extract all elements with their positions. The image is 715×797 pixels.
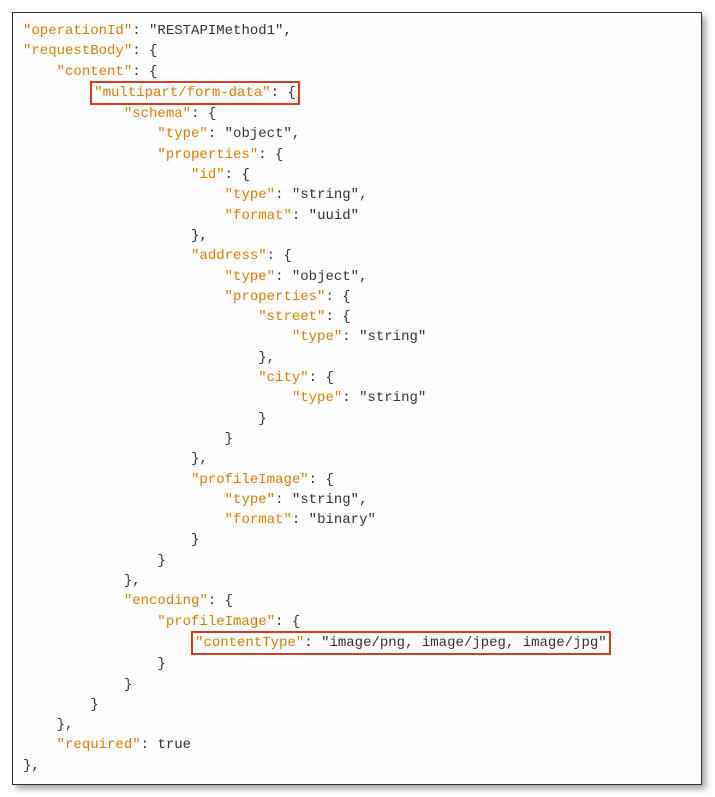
code-line: "properties": { <box>23 145 691 165</box>
json-key: "type" <box>157 126 207 142</box>
code-block: "operationId": "RESTAPIMethod1", "reques… <box>12 12 702 785</box>
code-line: "city": { <box>23 368 691 388</box>
code-line: "address": { <box>23 246 691 266</box>
json-key: "type" <box>225 187 275 203</box>
json-value: "object" <box>225 126 292 142</box>
json-key: "encoding" <box>124 593 208 609</box>
json-key: "properties" <box>157 147 258 163</box>
json-key: "format" <box>225 512 292 528</box>
json-key: "content" <box>57 64 133 80</box>
code-line: "multipart/form-data": { <box>23 82 691 104</box>
code-line: }, <box>23 715 691 735</box>
code-line: "schema": { <box>23 104 691 124</box>
json-value: "uuid" <box>309 208 359 224</box>
code-line: } <box>23 695 691 715</box>
code-line: "format": "uuid" <box>23 206 691 226</box>
json-key: "type" <box>292 390 342 406</box>
highlight-contenttype: "contentType": "image/png, image/jpeg, i… <box>191 631 611 655</box>
code-line: } <box>23 409 691 429</box>
code-line: }, <box>23 226 691 246</box>
json-key: "schema" <box>124 106 191 122</box>
code-line: "encoding": { <box>23 591 691 611</box>
json-value: "string" <box>359 329 426 345</box>
json-key: "contentType" <box>195 635 304 651</box>
json-key: "required" <box>57 737 141 753</box>
json-value: "binary" <box>309 512 376 528</box>
code-line: "type": "string", <box>23 185 691 205</box>
code-line: "type": "string" <box>23 327 691 347</box>
json-key: "type" <box>292 329 342 345</box>
code-line: "operationId": "RESTAPIMethod1", <box>23 21 691 41</box>
code-line: "street": { <box>23 307 691 327</box>
code-line: "type": "string" <box>23 388 691 408</box>
code-line: } <box>23 654 691 674</box>
code-line: "type": "string", <box>23 490 691 510</box>
code-line: }, <box>23 449 691 469</box>
json-key: "type" <box>225 269 275 285</box>
code-line: } <box>23 551 691 571</box>
highlight-multipart: "multipart/form-data": { <box>90 81 300 105</box>
code-line: "type": "object", <box>23 124 691 144</box>
code-line: } <box>23 429 691 449</box>
json-key: "street" <box>258 309 325 325</box>
json-key: "profileImage" <box>157 614 275 630</box>
json-key: "format" <box>225 208 292 224</box>
code-line: "requestBody": { <box>23 41 691 61</box>
code-line: "content": { <box>23 62 691 82</box>
json-key: "address" <box>191 248 267 264</box>
json-key: "properties" <box>225 289 326 305</box>
json-key: "type" <box>225 492 275 508</box>
json-value: "RESTAPIMethod1" <box>149 23 283 39</box>
code-line: "properties": { <box>23 287 691 307</box>
json-value: "string" <box>292 492 359 508</box>
json-key: "profileImage" <box>191 472 309 488</box>
json-value: "image/png, image/jpeg, image/jpg" <box>321 635 607 651</box>
json-key: "requestBody" <box>23 43 132 59</box>
code-line: "contentType": "image/png, image/jpeg, i… <box>23 632 691 654</box>
code-line: "required": true <box>23 735 691 755</box>
json-value: "string" <box>292 187 359 203</box>
json-value: true <box>157 737 191 753</box>
json-value: "object" <box>292 269 359 285</box>
json-key: "id" <box>191 167 225 183</box>
code-line: "id": { <box>23 165 691 185</box>
json-key: "city" <box>258 370 308 386</box>
code-line: } <box>23 675 691 695</box>
json-value: "string" <box>359 390 426 406</box>
code-line: }, <box>23 348 691 368</box>
code-line: "profileImage": { <box>23 612 691 632</box>
json-key: "operationId" <box>23 23 132 39</box>
code-line: }, <box>23 571 691 591</box>
code-line: "profileImage": { <box>23 470 691 490</box>
json-key: "multipart/form-data" <box>94 85 270 101</box>
code-line: } <box>23 530 691 550</box>
code-line: "format": "binary" <box>23 510 691 530</box>
code-line: "type": "object", <box>23 267 691 287</box>
